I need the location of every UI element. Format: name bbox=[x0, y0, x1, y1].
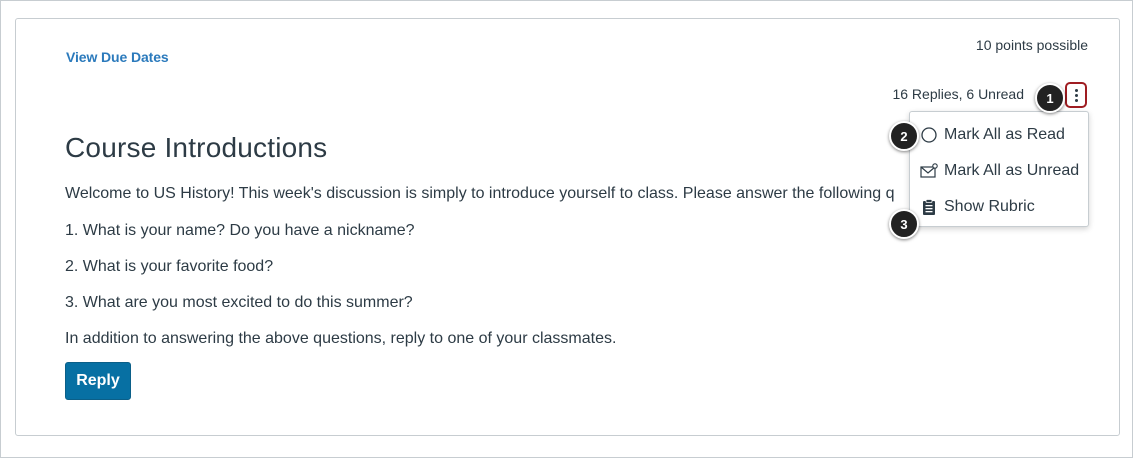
replies-status: 16 Replies, 6 Unread bbox=[892, 86, 1024, 102]
options-menu-button[interactable] bbox=[1065, 82, 1087, 108]
menu-item-label: Mark All as Unread bbox=[944, 162, 1080, 179]
reply-button[interactable]: Reply bbox=[65, 362, 131, 400]
menu-item-show-rubric[interactable]: Show Rubric bbox=[910, 190, 1088, 224]
question-item: 1. What is your name? Do you have a nick… bbox=[65, 222, 415, 239]
callout-badge-3: 3 bbox=[889, 209, 919, 239]
menu-item-label: Mark All as Read bbox=[944, 126, 1065, 143]
kebab-dot bbox=[1074, 98, 1078, 102]
discussion-intro: Welcome to US History! This week's discu… bbox=[65, 185, 895, 202]
callout-badge-2: 2 bbox=[889, 121, 919, 151]
question-item: 3. What are you most excited to do this … bbox=[65, 294, 413, 311]
points-possible: 10 points possible bbox=[975, 37, 1088, 53]
envelope-icon bbox=[920, 162, 938, 180]
discussion-card: View Due Dates 10 points possible 16 Rep… bbox=[15, 18, 1120, 436]
discussion-title: Course Introductions bbox=[65, 132, 328, 163]
callout-badge-1: 1 bbox=[1035, 83, 1065, 113]
discussion-addition: In addition to answering the above quest… bbox=[65, 330, 617, 347]
menu-item-mark-all-read[interactable]: Mark All as Read bbox=[910, 118, 1088, 152]
circle-outline-icon bbox=[920, 126, 938, 144]
view-due-dates-link[interactable]: View Due Dates bbox=[66, 49, 169, 65]
question-item: 2. What is your favorite food? bbox=[65, 258, 274, 275]
menu-item-label: Show Rubric bbox=[944, 198, 1035, 215]
menu-item-mark-all-unread[interactable]: Mark All as Unread bbox=[910, 154, 1088, 188]
clipboard-icon bbox=[920, 198, 938, 216]
kebab-dot bbox=[1074, 93, 1078, 97]
screenshot-frame: View Due Dates 10 points possible 16 Rep… bbox=[0, 0, 1133, 458]
kebab-dot bbox=[1074, 88, 1078, 92]
options-dropdown-menu: Mark All as Read Mark All as Unread Show… bbox=[909, 111, 1089, 227]
